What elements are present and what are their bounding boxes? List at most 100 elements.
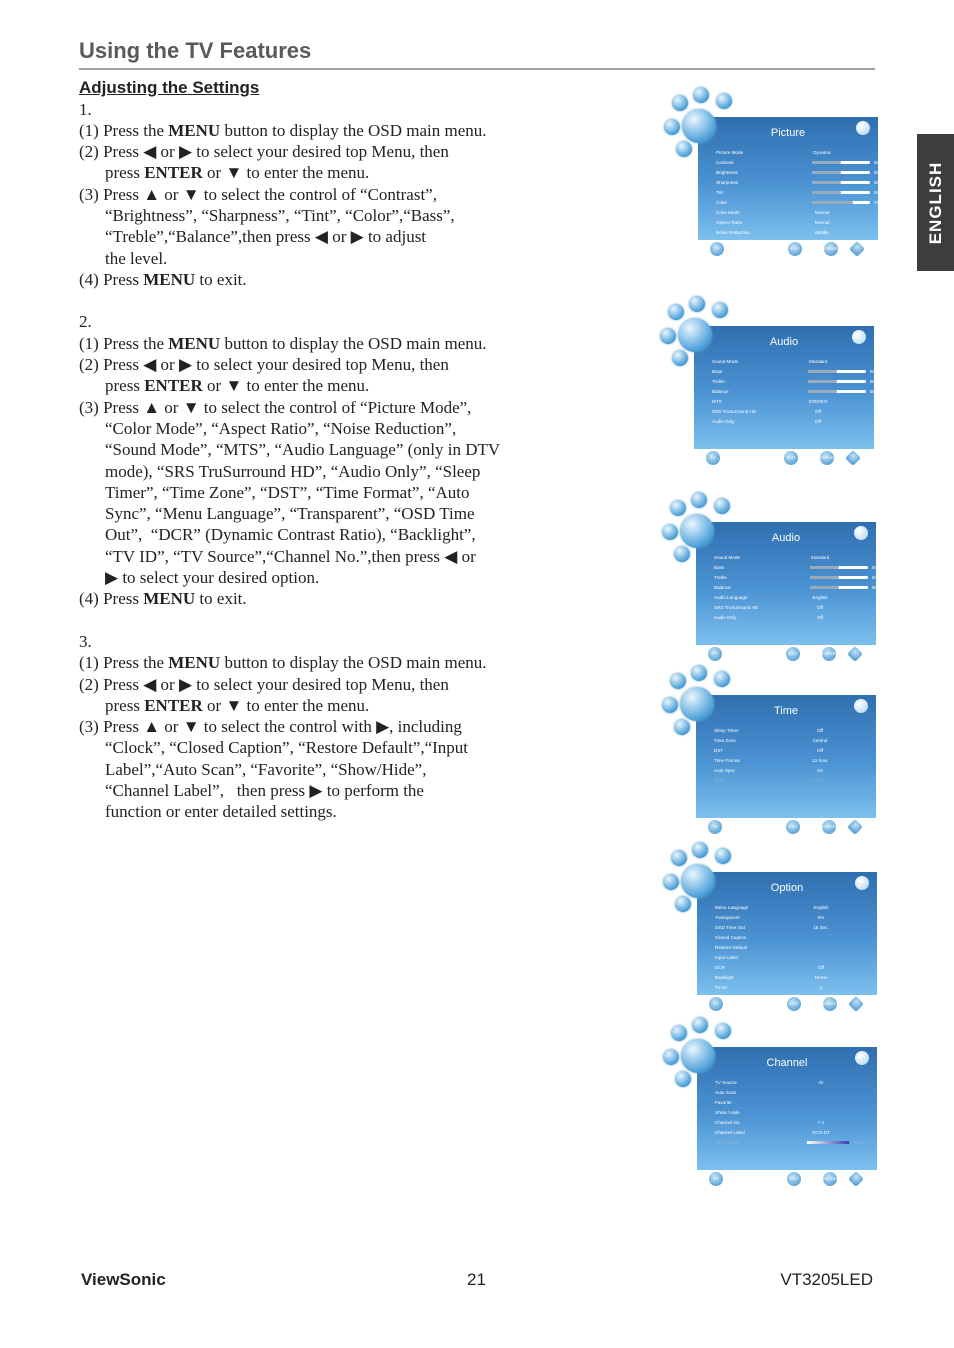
menu-row-label: Balance (712, 389, 729, 394)
menu-row[interactable]: Tint 50 (716, 188, 880, 198)
level-bar[interactable] (812, 181, 870, 184)
menu-row-label: Sharpness (716, 180, 738, 185)
menu-row[interactable]: Aspect Ratio Normal (716, 218, 876, 228)
menu-panel: Audio Sound Mode Standard Bass 50 Treble 50 Bal… (696, 522, 878, 645)
menu-row[interactable]: Brightness 50 (716, 168, 879, 178)
level-bar[interactable] (812, 161, 870, 164)
menu-row[interactable]: Balance 50 (714, 583, 878, 593)
text-segment: “Sound Mode”, “MTS”, “Audio Language” (o… (105, 440, 501, 460)
level-bar[interactable] (810, 566, 868, 569)
menu-row[interactable]: Transparent 0% (715, 913, 875, 923)
menu-row[interactable]: Closed Caption (715, 933, 875, 943)
text-segment: press (105, 376, 145, 396)
menu-row-label: Sound Mode (714, 555, 741, 560)
level-value: 50 (874, 190, 880, 195)
menu-row[interactable]: Audio Only Off (714, 613, 874, 623)
menu-row-value: Normal (814, 210, 830, 215)
level-value: 50 (872, 565, 878, 570)
text-segment: “Brightness”, “Sharpness”, “Tint”, “Colo… (105, 205, 455, 225)
menu-row[interactable]: Auto Sync On (714, 766, 874, 776)
menu-row[interactable]: TV Source Air (715, 1078, 875, 1088)
menu-row-value: Off (816, 748, 824, 753)
level-bar[interactable] (810, 586, 868, 589)
menu-row[interactable]: Contrast 50 (716, 158, 879, 168)
menu-row[interactable]: Show / Hide (715, 1108, 875, 1118)
menu-row[interactable]: SRS TruSurround HD Off (712, 407, 872, 417)
bubbles-icon (855, 876, 869, 890)
menu-category-icon (663, 1049, 679, 1065)
menu-row[interactable]: Sound Mode Standard (712, 357, 872, 367)
osd-menu-time: Time Sleep Timer Off Time Zone Central DST Off… (662, 665, 876, 845)
menu-row-label: Time Format (714, 758, 740, 763)
bubbles-icon (856, 121, 870, 135)
exit-button: EXIT (786, 820, 800, 834)
menu-row[interactable]: DTV Signal Good (715, 1138, 875, 1148)
text-segment: Label”,“Auto Scan”, “Favorite”, “Show/Hi… (105, 759, 427, 779)
music-note-icon (680, 514, 714, 548)
menu-row[interactable]: Menu Language English (715, 903, 875, 913)
menu-panel: Picture Picture Mode Dynamic Contrast 50 Brig… (698, 117, 880, 240)
level-value: 50 (872, 585, 878, 590)
enter-button: ENTER (822, 820, 836, 834)
menu-row[interactable]: DCR Off (715, 963, 875, 973)
menu-row[interactable]: DST Off (714, 746, 874, 756)
menu-row[interactable]: Time Zone Central (714, 736, 874, 746)
menu-row-label: Channel Label (715, 1130, 745, 1135)
exit-button: EXIT (784, 451, 798, 465)
menu-row[interactable]: Noise Reduction Middle (716, 228, 876, 238)
menu-row[interactable]: Sleep Timer Off (714, 726, 874, 736)
menu-category-icon (664, 119, 680, 135)
menu-row[interactable]: Channel Label KCO-DT (715, 1128, 875, 1138)
button-name: ENTER (144, 376, 203, 396)
menu-row[interactable]: Picture Mode Dynamic (716, 148, 876, 158)
menu-row[interactable]: Channel No. 7-1 (715, 1118, 875, 1128)
menu-row[interactable]: Clock --/--/-- --:-- (714, 776, 874, 786)
menu-row[interactable]: Backlight Home (715, 973, 875, 983)
menu-row[interactable]: Color Mode Normal (716, 208, 876, 218)
menu-row[interactable]: Sharpness 50 (716, 178, 879, 188)
text-line: “Sound Mode”, “MTS”, “Audio Language” (o… (79, 439, 549, 460)
menu-row[interactable]: Bass 50 (714, 563, 878, 573)
level-bar[interactable] (808, 380, 866, 383)
level-bar[interactable] (810, 576, 868, 579)
menu-category-icon (671, 1025, 687, 1041)
menu-row[interactable]: Audio Only Off (712, 417, 872, 427)
menu-row[interactable]: MTS STEREO (712, 397, 872, 407)
instructions-text: 1. (1) Press the MENU button to display t… (79, 99, 549, 823)
menu-row[interactable]: Time Format 12-hour (714, 756, 874, 766)
menu-panel: Audio Sound Mode Standard Base 50 Treble 50 Bal… (694, 326, 875, 449)
text-segment: Out”, “DCR” (Dynamic Contrast Ratio), “B… (105, 525, 476, 545)
menu-category-icon (715, 1023, 731, 1039)
level-bar[interactable] (812, 201, 870, 204)
menu-row-value: Air (818, 1080, 824, 1085)
menu-row[interactable]: Restore Default (715, 943, 875, 953)
menu-row[interactable]: Balance 50 (712, 387, 875, 397)
menu-row[interactable]: Base 50 (712, 367, 875, 377)
level-bar[interactable] (808, 390, 866, 393)
level-bar[interactable] (808, 370, 866, 373)
menu-row[interactable]: SRS TruSurround HD Off (714, 603, 874, 613)
menu-row[interactable]: TV ID 1 (715, 983, 875, 993)
menu-row[interactable]: Favorite (715, 1098, 875, 1108)
menu-category-icon (660, 328, 676, 344)
menu-row-label: Balance (714, 585, 731, 590)
menu-category-icon (674, 719, 690, 735)
menu-row[interactable]: Treble 50 (712, 377, 875, 387)
menu-row[interactable]: Input Label (715, 953, 875, 963)
menu-row-value: Normal (814, 220, 830, 225)
menu-category-icon (668, 304, 684, 320)
level-bar[interactable] (812, 171, 870, 174)
text-segment: “TV ID”, “TV Source”,“Channel No.”,then … (105, 546, 476, 566)
menu-row-label: Treble (712, 379, 725, 384)
level-bar[interactable] (812, 191, 870, 194)
menu-row[interactable]: OSD Time Out 15 Sec. (715, 923, 875, 933)
menu-row[interactable]: Color 70 (716, 198, 879, 208)
menu-category-icon (676, 141, 692, 157)
text-line: (3) Press ▲ or ▼ to select the control o… (79, 397, 549, 418)
menu-row[interactable]: Auto Scan (715, 1088, 875, 1098)
menu-row[interactable]: Treble 50 (714, 573, 877, 583)
menu-category-icon (662, 524, 678, 540)
menu-row[interactable]: Sound Mode Standard (714, 553, 874, 563)
text-line: “TV ID”, “TV Source”,“Channel No.”,then … (79, 546, 549, 567)
menu-row[interactable]: Audio Language English (714, 593, 874, 603)
